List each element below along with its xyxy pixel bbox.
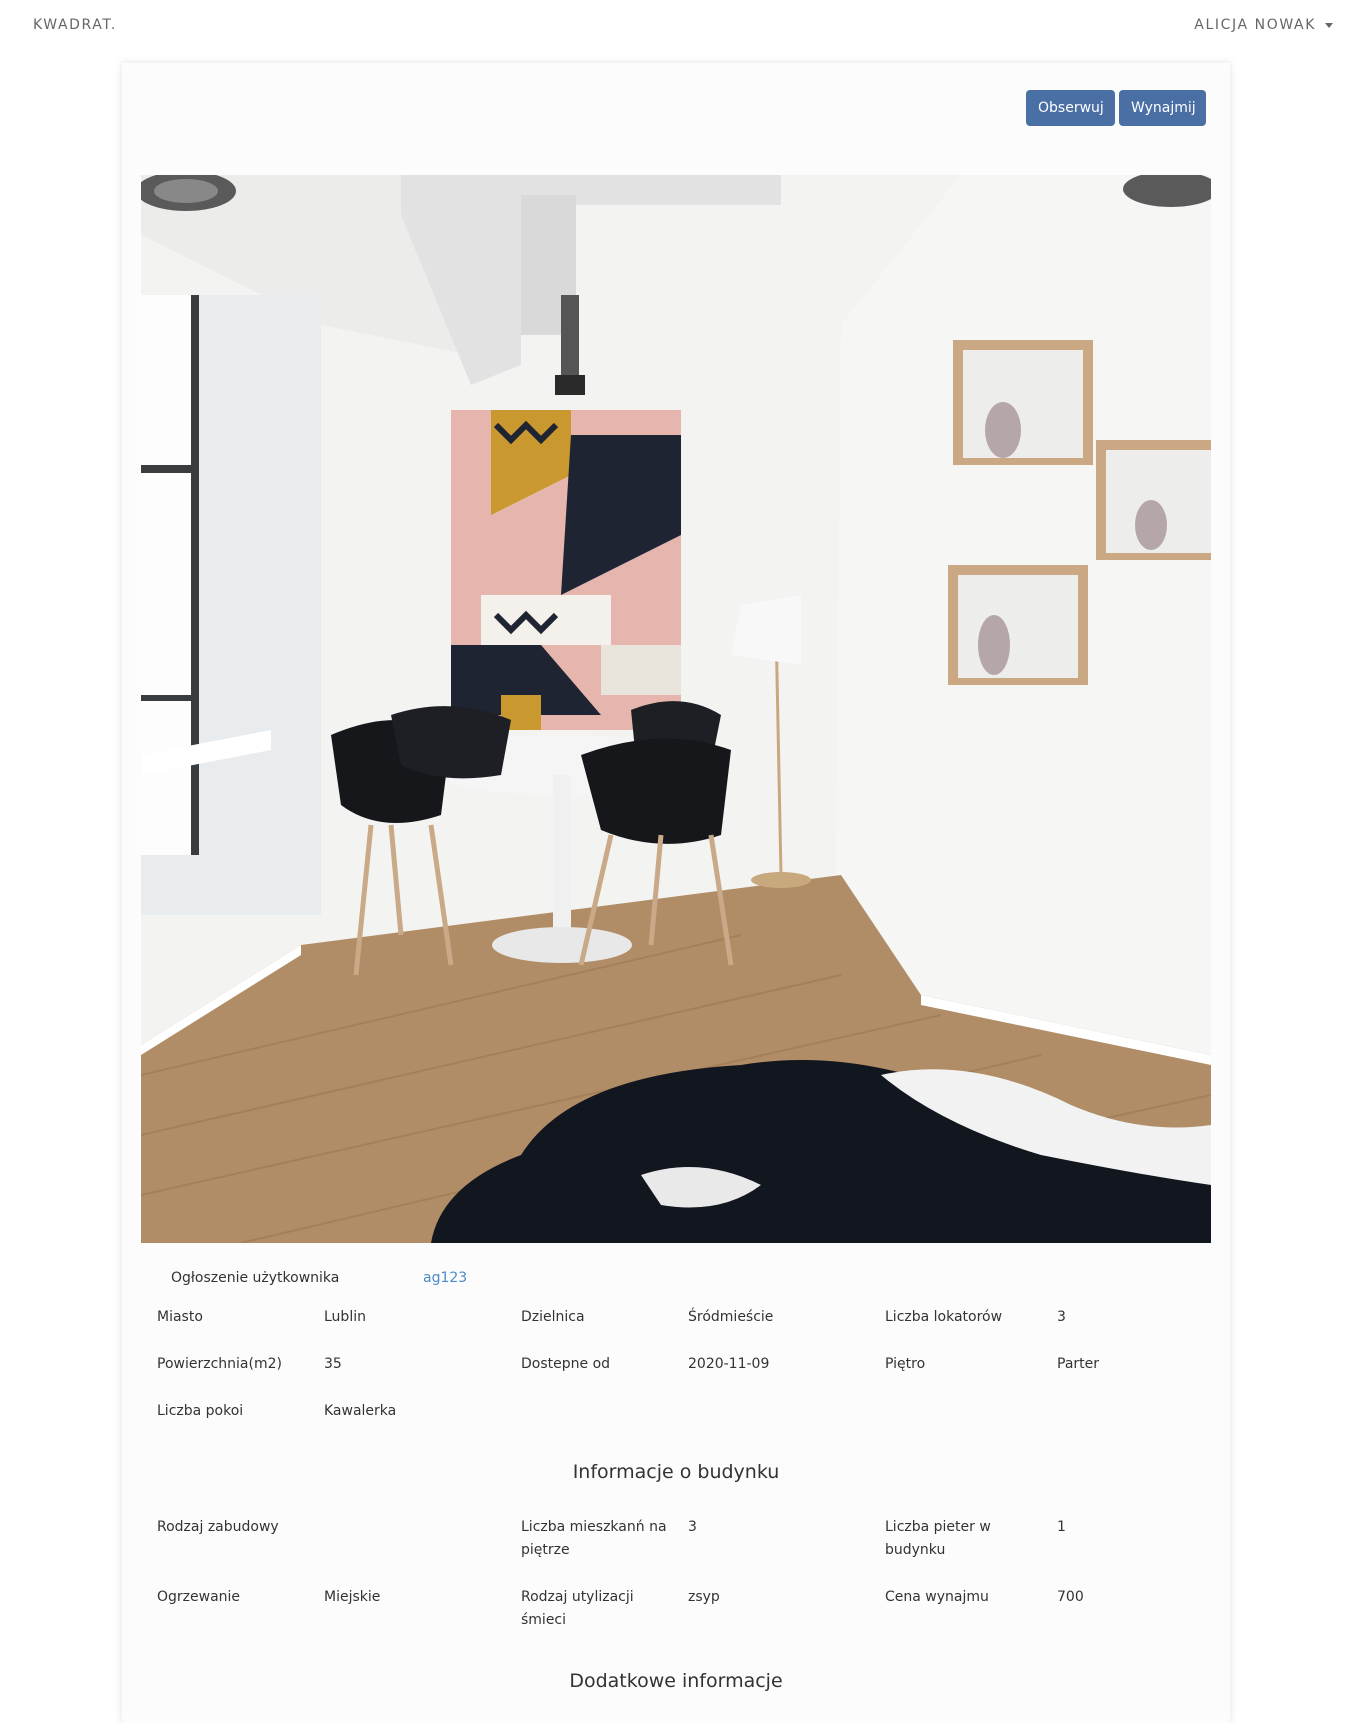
listing-card: Obserwuj Wynajmij Ogłoszenie użytkownika… (122, 63, 1230, 1723)
area-value: 35 (324, 1356, 342, 1372)
navbar: KWADRAT. ALICJA NOWAK (0, 0, 1353, 52)
tenants-value: 3 (1057, 1309, 1066, 1325)
price-label: Cena wynajmu (885, 1589, 989, 1605)
floors-value: 1 (1057, 1519, 1066, 1535)
tenants-label: Liczba lokatorów (885, 1309, 1003, 1325)
flats-per-floor-value: 3 (688, 1519, 697, 1535)
user-menu[interactable]: ALICJA NOWAK (1194, 17, 1333, 33)
flats-per-floor-label: Liczba mieszkanń na piętrze (521, 1519, 667, 1558)
floors-label: Liczba pieter w budynku (885, 1519, 991, 1558)
waste-label: Rodzaj utylizacji śmieci (521, 1589, 634, 1628)
heating-value: Miejskie (324, 1589, 381, 1605)
owner-label: Ogłoszenie użytkownika (171, 1270, 340, 1286)
available-value: 2020-11-09 (688, 1356, 770, 1372)
floor-value: Parter (1057, 1356, 1100, 1372)
rent-button[interactable]: Wynajmij (1119, 90, 1206, 126)
area-label: Powierzchnia(m2) (157, 1356, 282, 1372)
owner-username-link[interactable]: ag123 (423, 1270, 467, 1286)
building-type-label: Rodzaj zabudowy (157, 1519, 279, 1535)
district-label: Dzielnica (521, 1309, 585, 1325)
price-value: 700 (1057, 1589, 1084, 1605)
follow-button[interactable]: Obserwuj (1026, 90, 1115, 126)
listing-photo (141, 175, 1211, 1243)
extra-section-title: Dodatkowe informacje (569, 1670, 783, 1692)
rooms-value: Kawalerka (324, 1403, 397, 1419)
district-value: Śródmieście (688, 1309, 774, 1325)
user-name: ALICJA NOWAK (1194, 17, 1316, 33)
available-label: Dostepne od (521, 1356, 611, 1372)
chevron-down-icon (1325, 22, 1333, 28)
heating-label: Ogrzewanie (157, 1589, 241, 1605)
city-value: Lublin (324, 1309, 366, 1325)
floor-label: Piętro (885, 1356, 926, 1372)
city-label: Miasto (157, 1309, 203, 1325)
brand-logo[interactable]: KWADRAT. (33, 17, 117, 33)
waste-value: zsyp (688, 1589, 720, 1605)
rooms-label: Liczba pokoi (157, 1403, 244, 1419)
building-section-title: Informacje o budynku (572, 1461, 780, 1483)
